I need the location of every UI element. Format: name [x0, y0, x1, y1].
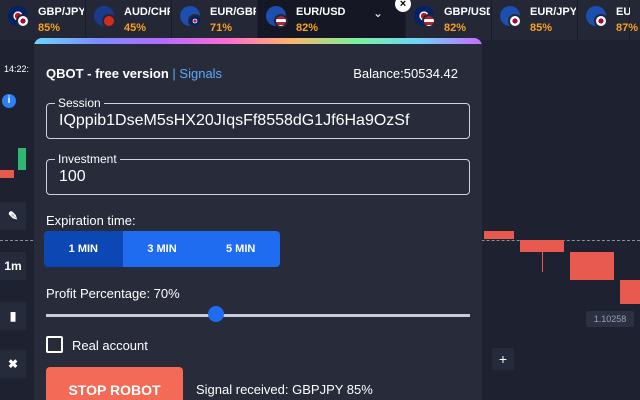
expiration-label: Expiration time: — [46, 213, 136, 228]
real-account-checkbox[interactable] — [46, 336, 63, 353]
asset-pair: EUR/JPY — [530, 6, 576, 18]
session-value[interactable]: IQppib1DseM5sHX20JIqsFf8558dG1Jf6Ha9OzSf — [59, 112, 409, 130]
asset-payout: 45% — [124, 22, 147, 34]
zoom-plus-button[interactable]: + — [492, 348, 514, 370]
asset-tab-active[interactable]: EUR/USD 82% ⌄ × — [258, 0, 411, 40]
investment-field[interactable]: Investment 100 — [46, 152, 470, 195]
us-flag-icon — [274, 14, 288, 28]
expiration-5min-button[interactable]: 5 MIN — [201, 231, 280, 267]
profit-slider-track[interactable] — [46, 314, 470, 317]
candle — [484, 231, 514, 239]
panel-title: QBOT - free version | Signals — [46, 66, 222, 81]
asset-payout: 87% — [616, 22, 639, 34]
bot-name: QBOT - free version — [46, 66, 169, 81]
asset-pair: AUD/CHF — [124, 6, 170, 18]
investment-label: Investment — [55, 152, 120, 166]
candle — [18, 148, 26, 170]
asset-pair: GBP/USD — [444, 6, 490, 18]
asset-tab[interactable]: EUR/JPY 85% — [492, 0, 578, 40]
real-account-label: Real account — [72, 338, 148, 353]
asset-pair: EUR/GBP — [210, 6, 256, 18]
swiss-flag-icon — [102, 14, 116, 28]
expiration-3min-button[interactable]: 3 MIN — [122, 231, 202, 267]
japan-flag-icon — [16, 14, 30, 28]
japan-flag-icon — [508, 14, 522, 28]
signal-status: Signal received: GBPJPY 85% — [196, 382, 373, 397]
bot-panel: QBOT - free version | Signals Balance:50… — [34, 38, 482, 400]
asset-payout: 85% — [530, 22, 553, 34]
japan-flag-icon — [594, 14, 608, 28]
rainbow-header-bar — [34, 38, 482, 44]
asset-tab[interactable]: AUD/CHF 45% — [86, 0, 172, 40]
asset-pair: GBP/JPY — [38, 6, 84, 18]
info-icon[interactable]: i — [2, 94, 16, 108]
asset-tab[interactable]: GBP/JPY 85% — [0, 0, 86, 40]
indicators-icon[interactable]: ▮ — [0, 302, 26, 330]
satellite-icon[interactable]: ✖ — [0, 350, 26, 378]
asset-pair: EUR/JPY — [616, 6, 630, 18]
candle — [620, 280, 640, 304]
session-field[interactable]: Session IQppib1DseM5sHX20JIqsFf8558dG1Jf… — [46, 96, 470, 139]
us-flag-icon — [422, 14, 436, 28]
chart-time: 14:22: — [4, 64, 30, 74]
investment-value[interactable]: 100 — [59, 168, 86, 186]
balance-display: Balance:50534.42 — [353, 66, 458, 81]
asset-tab-strip: GBP/JPY 85% AUD/CHF 45% EUR/GBP 71% EUR/… — [0, 0, 640, 40]
pencil-icon[interactable]: ✎ — [0, 202, 26, 230]
stop-robot-button[interactable]: STOP ROBOT — [46, 367, 183, 400]
signals-link[interactable]: Signals — [179, 66, 222, 81]
asset-tab[interactable]: GBP/USD 82% — [406, 0, 492, 40]
timeframe-button[interactable]: 1m — [0, 252, 26, 280]
asset-tab[interactable]: EUR/JPY 87% — [578, 0, 639, 40]
asset-payout: 71% — [210, 22, 233, 34]
title-separator: | — [168, 66, 180, 81]
price-tag: 1.10258 — [586, 311, 634, 327]
asset-tab[interactable]: EUR/GBP 71% — [172, 0, 258, 40]
candle — [570, 252, 614, 280]
profit-percentage-label: Profit Percentage: 70% — [46, 286, 180, 301]
expiration-1min-button[interactable]: 1 MIN — [44, 231, 123, 267]
candle — [0, 170, 14, 178]
asset-payout: 82% — [296, 22, 319, 34]
asset-pair: EUR/USD — [296, 6, 346, 18]
session-label: Session — [55, 96, 104, 110]
uk-flag-icon — [188, 14, 202, 28]
profit-slider-thumb[interactable] — [207, 306, 224, 322]
asset-payout: 82% — [444, 22, 467, 34]
chevron-down-icon[interactable]: ⌄ — [373, 6, 383, 20]
expiration-selector: 1 MIN 3 MIN 5 MIN — [44, 231, 280, 267]
candle-wick — [542, 250, 543, 272]
asset-payout: 85% — [38, 22, 61, 34]
